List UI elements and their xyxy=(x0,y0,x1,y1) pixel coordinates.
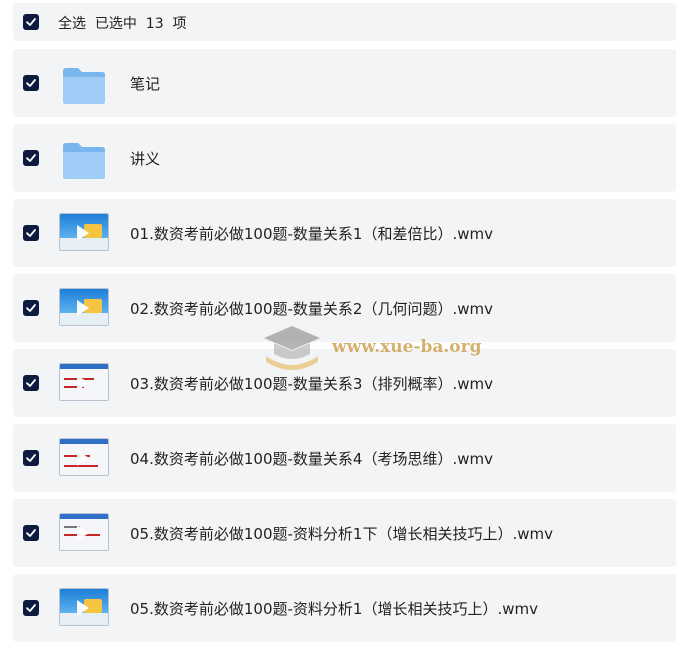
item-checkbox[interactable] xyxy=(23,225,39,241)
item-checkbox[interactable] xyxy=(23,375,39,391)
check-icon xyxy=(26,229,36,237)
item-checkbox[interactable] xyxy=(23,450,39,466)
list-item[interactable]: 笔记 xyxy=(13,49,676,117)
item-checkbox[interactable] xyxy=(23,300,39,316)
item-name: 讲义 xyxy=(130,150,161,168)
video-thumbnail-icon xyxy=(59,288,109,328)
item-checkbox[interactable] xyxy=(23,150,39,166)
video-thumbnail-icon xyxy=(59,213,109,253)
item-checkbox[interactable] xyxy=(23,75,39,91)
check-icon xyxy=(26,304,36,312)
video-thumbnail-icon xyxy=(59,363,109,403)
item-name: 02.数资考前必做100题-数量关系2（几何问题）.wmv xyxy=(130,300,493,318)
list-item[interactable]: 05.数资考前必做100题-资料分析1（增长相关技巧上）.wmv xyxy=(13,574,676,642)
selection-count-label: 全选 已选中 13 项 xyxy=(58,16,187,32)
item-name: 笔记 xyxy=(130,75,161,93)
item-name: 05.数资考前必做100题-资料分析1（增长相关技巧上）.wmv xyxy=(130,600,538,618)
check-icon xyxy=(26,379,36,387)
check-icon xyxy=(26,529,36,537)
video-thumbnail-icon xyxy=(59,438,109,478)
list-item[interactable]: 02.数资考前必做100题-数量关系2（几何问题）.wmv xyxy=(13,274,676,342)
item-name: 01.数资考前必做100题-数量关系1（和差倍比）.wmv xyxy=(130,225,493,243)
select-all-checkbox[interactable] xyxy=(23,14,39,30)
folder-icon xyxy=(59,138,109,179)
check-icon xyxy=(26,154,36,162)
list-item[interactable]: 04.数资考前必做100题-数量关系4（考场思维）.wmv xyxy=(13,424,676,492)
check-icon xyxy=(26,18,36,26)
select-all-bar: 全选 已选中 13 项 xyxy=(13,3,676,41)
list-item[interactable]: 03.数资考前必做100题-数量关系3（排列概率）.wmv xyxy=(13,349,676,417)
list-item[interactable]: 05.数资考前必做100题-资料分析1下（增长相关技巧上）.wmv xyxy=(13,499,676,567)
check-icon xyxy=(26,604,36,612)
video-thumbnail-icon xyxy=(59,588,109,628)
check-icon xyxy=(26,454,36,462)
item-checkbox[interactable] xyxy=(23,600,39,616)
video-thumbnail-icon xyxy=(59,513,109,553)
list-item[interactable]: 01.数资考前必做100题-数量关系1（和差倍比）.wmv xyxy=(13,199,676,267)
item-checkbox[interactable] xyxy=(23,525,39,541)
check-icon xyxy=(26,79,36,87)
item-name: 03.数资考前必做100题-数量关系3（排列概率）.wmv xyxy=(130,375,493,393)
item-name: 04.数资考前必做100题-数量关系4（考场思维）.wmv xyxy=(130,450,493,468)
item-name: 05.数资考前必做100题-资料分析1下（增长相关技巧上）.wmv xyxy=(130,525,553,543)
folder-icon xyxy=(59,63,109,104)
list-item[interactable]: 讲义 xyxy=(13,124,676,192)
